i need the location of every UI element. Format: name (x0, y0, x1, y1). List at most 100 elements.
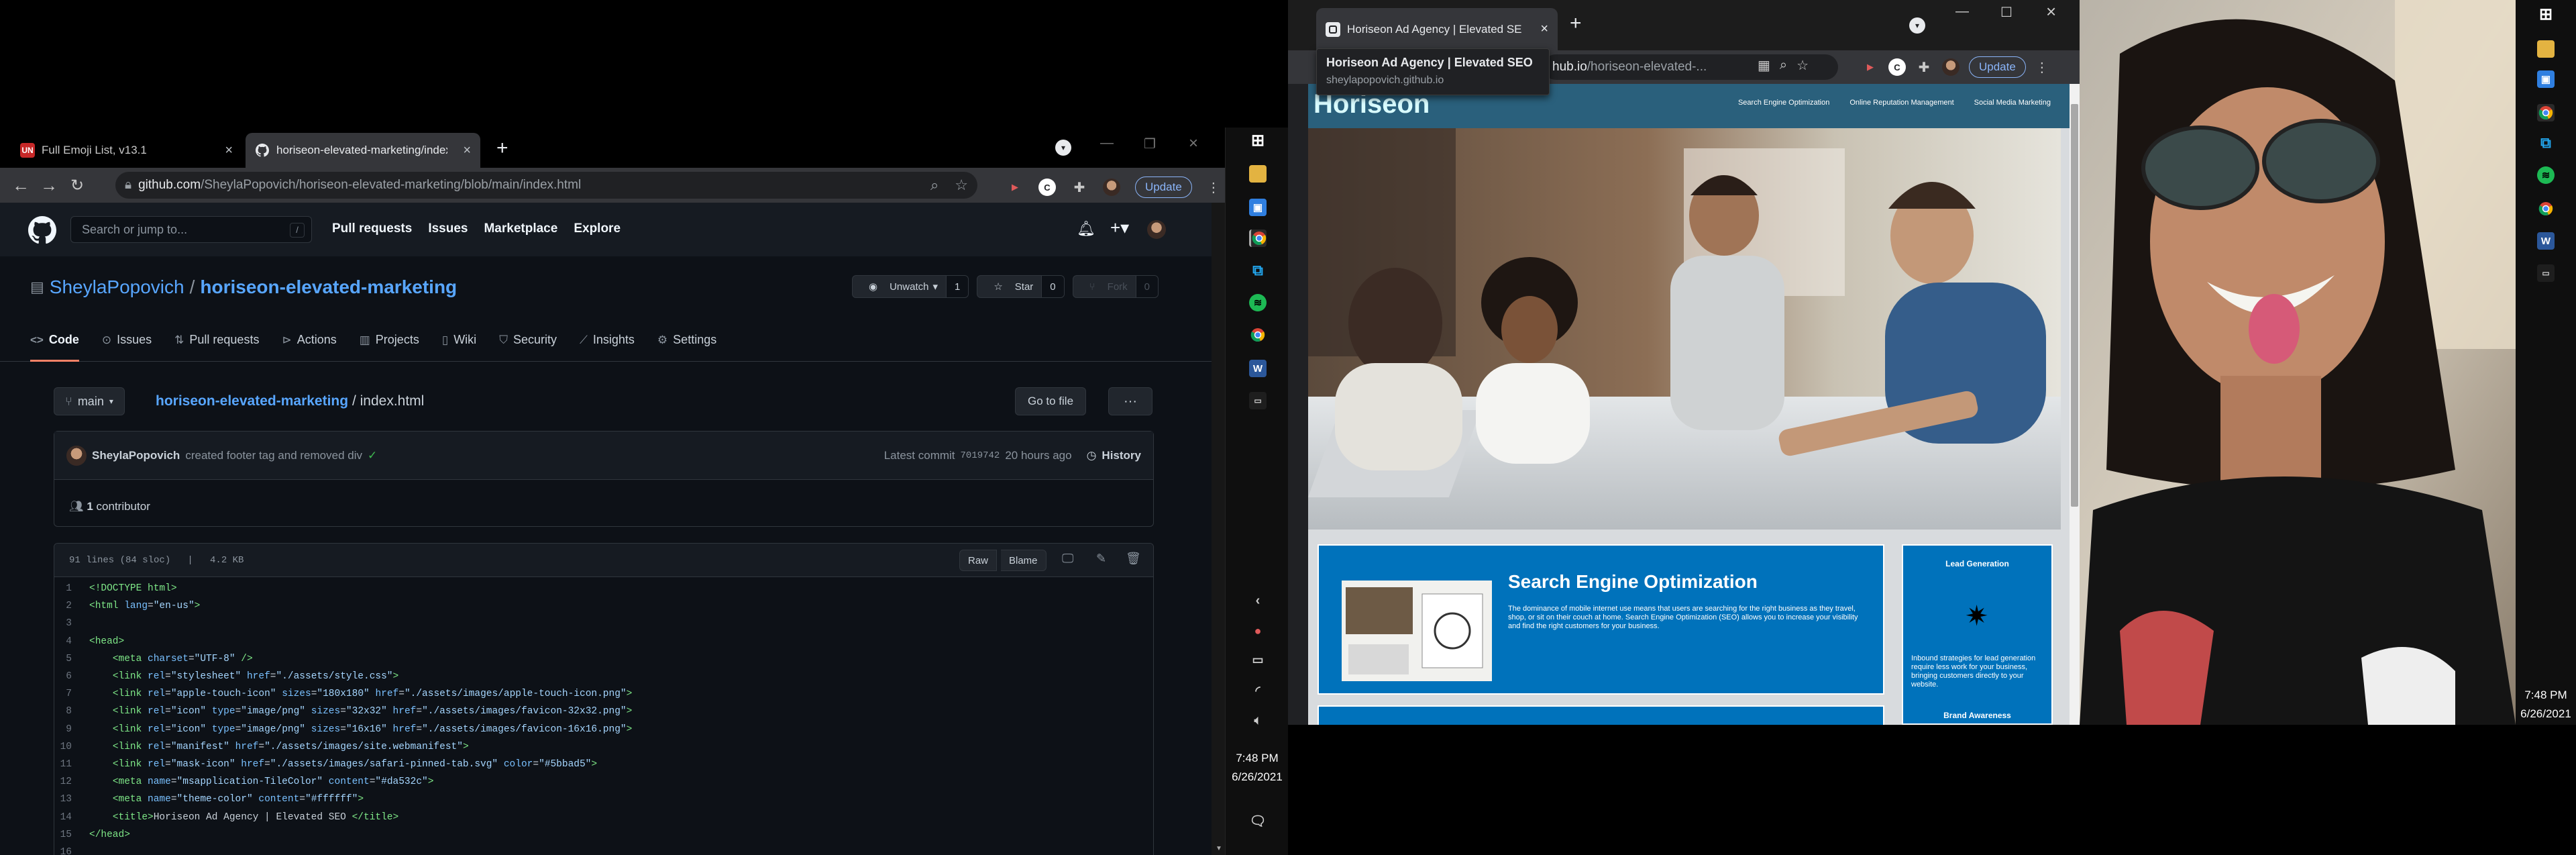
reload-icon[interactable]: ↻ (63, 176, 91, 195)
line-number[interactable]: 6 (54, 668, 89, 685)
desktop-icon[interactable]: 🖵︎ (1062, 552, 1073, 566)
nav-issues[interactable]: Issues (428, 221, 468, 236)
history-link[interactable]: History (1102, 449, 1141, 462)
line-number[interactable]: 9 (54, 721, 89, 738)
line-number[interactable]: 11 (54, 756, 89, 773)
clock-date[interactable]: 6/26/2021 (2516, 707, 2576, 721)
page-scrollbar[interactable] (2070, 84, 2080, 725)
extensions-puzzle-icon[interactable]: ✚ (1915, 58, 1933, 76)
spotify-icon[interactable]: ≋ (1249, 294, 1267, 311)
chrome-menu-icon[interactable]: ⋮ (2035, 59, 2049, 76)
clock-date[interactable]: 6/26/2021 (1226, 770, 1289, 784)
tab-code[interactable]: <> Code (30, 320, 79, 362)
create-new-plus-icon[interactable]: +▾ (1110, 217, 1129, 238)
line-number[interactable]: 2 (54, 597, 89, 615)
close-tab-icon[interactable]: × (463, 143, 471, 158)
line-number[interactable]: 15 (54, 826, 89, 844)
line-number[interactable]: 16 (54, 844, 89, 855)
repo-name-link[interactable]: horiseon-elevated-marketing (200, 276, 457, 298)
nav-link-reputation[interactable]: Online Reputation Management (1849, 99, 1953, 107)
line-number[interactable]: 3 (54, 615, 89, 632)
tab-search-icon[interactable]: ▾ (1909, 17, 1925, 34)
commit-hash-link[interactable]: 7019742 (961, 450, 1000, 461)
scroll-thumb[interactable] (2071, 104, 2078, 507)
zoom-app-icon[interactable]: ▣ (1249, 199, 1267, 216)
clock-time[interactable]: 7:48 PM (2516, 689, 2576, 702)
extension-c-icon[interactable]: C (1888, 58, 1906, 76)
line-number[interactable]: 1 (54, 580, 89, 597)
pencil-edit-icon[interactable]: ✎ (1096, 552, 1106, 566)
minimize-icon[interactable]: — (1100, 136, 1114, 151)
qr-code-icon[interactable]: ▦ (1758, 57, 1770, 74)
unwatch-button[interactable]: ◉ Unwatch ▾ 1 (852, 275, 969, 298)
breadcrumb-repo-link[interactable]: horiseon-elevated-marketing (156, 393, 348, 409)
github-search-input[interactable]: Search or jump to... / (70, 216, 312, 243)
vscode-icon[interactable]: ⧉ (2537, 134, 2555, 152)
file-explorer-icon[interactable] (1249, 165, 1267, 183)
close-tab-icon[interactable]: × (225, 143, 233, 158)
update-button[interactable]: Update (1135, 177, 1192, 198)
windows-start-icon[interactable]: ⊞ (2537, 5, 2555, 23)
commit-message[interactable]: created footer tag and removed div (185, 449, 362, 462)
nav-link-seo[interactable]: Search Engine Optimization (1738, 99, 1829, 107)
tab-search-icon[interactable]: ▾ (1055, 140, 1071, 156)
bookmark-star-icon[interactable]: ☆ (1796, 57, 1809, 74)
raw-button[interactable]: Raw (959, 550, 998, 571)
line-number[interactable]: 7 (54, 685, 89, 703)
branch-selector[interactable]: ⑂ main ▾ (54, 387, 125, 415)
tab-insights[interactable]: ⟋ Insights (580, 320, 635, 362)
nav-link-social[interactable]: Social Media Marketing (1974, 99, 2051, 107)
line-number[interactable]: 5 (54, 650, 89, 668)
action-center-icon[interactable]: 🗨︎ (1249, 812, 1267, 829)
scroll-down-arrow-icon[interactable]: ▼ (1216, 845, 1222, 852)
close-tab-icon[interactable]: × (1540, 21, 1548, 37)
terminal-icon[interactable]: ▭ (1249, 392, 1267, 409)
line-number[interactable]: 13 (54, 791, 89, 808)
author-avatar[interactable] (66, 445, 87, 466)
line-number[interactable]: 10 (54, 738, 89, 756)
nav-pull-requests[interactable]: Pull requests (332, 221, 412, 236)
tab-settings[interactable]: ⚙ Settings (657, 320, 716, 362)
blame-button[interactable]: Blame (1001, 550, 1046, 571)
chrome-canary-icon[interactable] (2537, 200, 2555, 217)
file-explorer-icon[interactable] (2537, 40, 2555, 58)
tab-security[interactable]: ⛉ Security (499, 320, 557, 362)
volume-icon[interactable]: 🔈︎ (1249, 711, 1267, 729)
chrome-canary-icon[interactable] (1249, 326, 1267, 344)
forward-icon[interactable]: → (35, 175, 63, 196)
windows-start-icon[interactable]: ⊞ (1249, 132, 1267, 150)
line-number[interactable]: 8 (54, 703, 89, 720)
tab-horiseon[interactable]: Horiseon Ad Agency | Elevated SE × (1316, 8, 1558, 50)
line-number[interactable]: 14 (54, 809, 89, 826)
zoom-app-icon[interactable]: ▣ (2537, 70, 2555, 88)
extension-record-icon[interactable]: ▶ (1006, 179, 1024, 196)
word-icon[interactable]: W (2537, 232, 2555, 250)
new-tab-icon[interactable]: + (496, 137, 508, 160)
update-button[interactable]: Update (1969, 56, 2026, 78)
nav-explore[interactable]: Explore (574, 221, 621, 236)
line-number[interactable]: 4 (54, 633, 89, 650)
tab-wiki[interactable]: ▯ Wiki (442, 320, 476, 362)
extension-record-icon[interactable]: ▶ (1862, 58, 1879, 76)
restore-icon[interactable]: ❐ (1144, 136, 1156, 152)
tab-emoji-list[interactable]: UN Full Emoji List, v13.1 × (11, 133, 242, 168)
chrome-taskbar-icon[interactable] (1249, 230, 1267, 247)
user-avatar[interactable] (1147, 220, 1166, 239)
profile-avatar[interactable] (1942, 58, 1960, 76)
close-window-icon[interactable]: × (1189, 134, 1198, 153)
extension-c-icon[interactable]: C (1038, 179, 1056, 196)
word-icon[interactable]: W (1249, 360, 1267, 377)
trash-icon[interactable]: 🗑︎ (1126, 552, 1141, 566)
vscode-icon[interactable]: ⧉ (1249, 262, 1267, 279)
terminal-icon[interactable]: ▭ (2537, 264, 2555, 282)
fork-button[interactable]: ⑂ Fork 0 (1072, 275, 1159, 298)
notifications-bell-icon[interactable]: 🔔︎ (1077, 220, 1095, 238)
tray-app-icon[interactable]: ● (1249, 622, 1267, 640)
battery-icon[interactable]: ▭ (1249, 651, 1267, 668)
star-button[interactable]: ☆ Star 0 (977, 275, 1065, 298)
tab-pull-requests[interactable]: ⇅ Pull requests (174, 320, 259, 362)
minimize-icon[interactable]: — (1955, 4, 1969, 19)
zoom-search-icon[interactable]: ⌕ (930, 177, 938, 194)
back-icon[interactable]: ← (7, 175, 35, 196)
maximize-icon[interactable]: ☐ (2000, 4, 2012, 21)
